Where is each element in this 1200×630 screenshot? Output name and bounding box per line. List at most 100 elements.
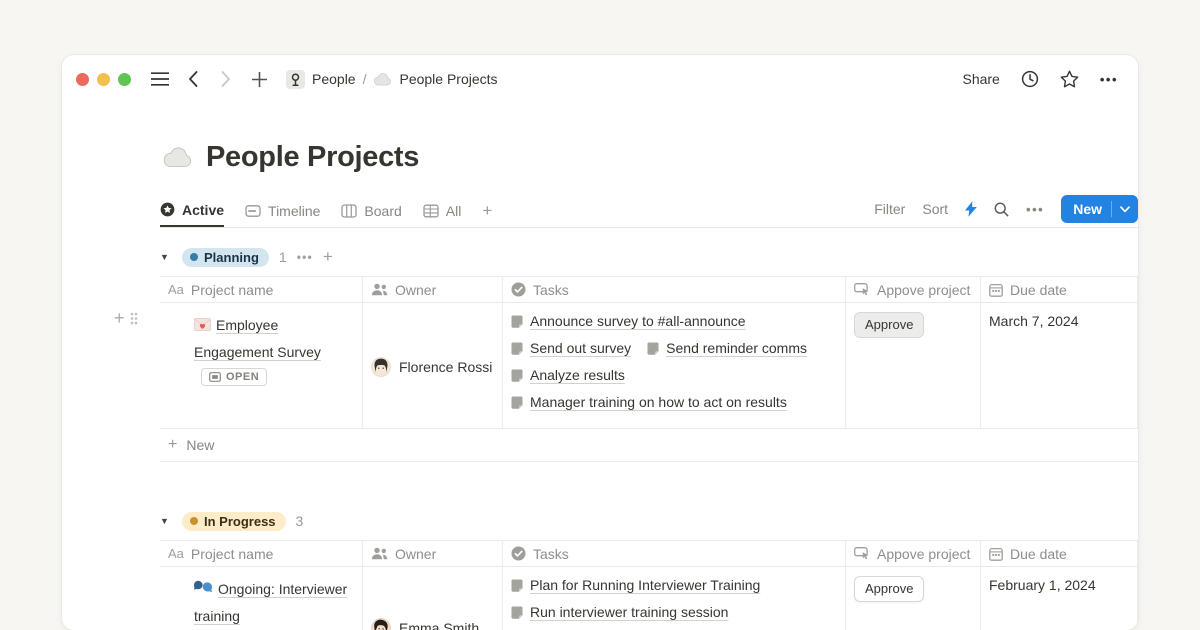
column-header-project-name[interactable]: Aa Project name [160,277,362,302]
row-tools: + [114,311,138,325]
row-add-icon[interactable]: + [114,311,125,325]
zoom-window-button[interactable] [118,73,131,86]
due-date-value[interactable]: February 1, 2024 [989,577,1096,593]
text-type-icon: Aa [168,282,184,297]
more-options-icon[interactable]: ••• [1100,72,1118,87]
page-icon [511,606,523,620]
new-record-button[interactable]: New [1061,195,1138,223]
add-view-button[interactable]: + [482,201,492,221]
tasks-cell: Plan for Running Interviewer Training Ru… [502,567,845,630]
search-icon[interactable] [994,202,1009,217]
sort-button[interactable]: Sort [922,201,948,217]
new-row-button[interactable]: + New [160,429,1138,462]
group-more-icon[interactable]: ••• [297,250,313,264]
drag-handle-icon[interactable] [130,312,138,325]
column-header-due-date[interactable]: Due date [980,277,1138,302]
column-header-label: Project name [191,282,273,298]
task-link[interactable]: Send out survey [511,339,631,358]
status-label: Planning [204,250,259,265]
open-page-badge[interactable]: OPEN [201,368,267,386]
task-title: Announce survey to #all-announce [530,312,746,331]
tab-all[interactable]: All [423,194,462,227]
new-record-label: New [1061,201,1111,217]
group-add-icon[interactable]: + [323,247,333,267]
breadcrumb-root[interactable]: People [312,71,356,87]
table-header-row: Aa Project name Owner Tasks Appove proj [160,276,1138,303]
column-header-label: Appove project [877,546,970,562]
people-icon [371,547,388,560]
app-window: People / People Projects Share ••• Peopl… [62,55,1138,630]
love-letter-icon [194,318,211,331]
page-icon [511,342,523,356]
window-topbar: People / People Projects Share ••• [62,55,1138,103]
approve-button[interactable]: Approve [854,576,924,602]
page-icon [511,396,523,410]
chevron-down-icon[interactable] [1112,206,1138,213]
sidebar-toggle-icon[interactable] [150,67,170,91]
workspace-icon[interactable] [286,70,305,89]
project-title-link[interactable]: Ongoing: Interviewer training [194,581,347,624]
forward-icon[interactable] [216,67,236,91]
updates-clock-icon[interactable] [1020,67,1040,91]
tab-timeline-label: Timeline [268,203,320,219]
column-header-tasks[interactable]: Tasks [502,277,845,302]
open-badge-label: OPEN [226,371,259,383]
task-link[interactable]: Plan for Running Interviewer Training [511,576,760,595]
column-header-approve[interactable]: Appove project [845,541,980,566]
task-title: Manager training on how to act on result… [530,393,787,412]
minimize-window-button[interactable] [97,73,110,86]
column-header-project-name[interactable]: Aa Project name [160,541,362,566]
page-icon [511,369,523,383]
tab-all-label: All [446,203,462,219]
favorite-star-icon[interactable] [1060,67,1080,91]
owner-chip[interactable]: Florence Rossi [371,357,492,377]
status-badge-planning[interactable]: Planning [182,248,269,267]
speech-balloons-icon [194,580,213,595]
collapse-triangle-icon[interactable]: ▼ [160,252,172,262]
check-circle-icon [511,546,526,561]
page-icon [511,579,523,593]
status-label: In Progress [204,514,276,529]
plus-icon: + [168,436,177,454]
table-grid-icon [423,203,439,219]
task-link[interactable]: Analyze results [511,366,625,385]
project-title-link[interactable]: Employee Engagement Survey [194,317,321,360]
task-link[interactable]: Announce survey to #all-announce [511,312,746,331]
filter-button[interactable]: Filter [874,201,905,217]
share-button[interactable]: Share [962,71,999,87]
approve-cell: Approve [845,567,980,630]
automation-bolt-icon[interactable] [965,201,977,217]
page-icon-cloud[interactable] [162,147,193,168]
tab-active[interactable]: Active [160,194,224,227]
column-header-owner[interactable]: Owner [362,277,502,302]
owner-chip[interactable]: Emma Smith [371,618,479,630]
new-row-label: New [186,437,214,453]
due-date-cell: February 1, 2024 [980,567,1138,630]
task-link[interactable]: Send reminder comms [647,339,807,358]
table-row: Ongoing: Interviewer training Emma Smith… [160,567,1138,630]
tab-board[interactable]: Board [341,194,401,227]
status-badge-in-progress[interactable]: In Progress [182,512,286,531]
column-header-owner[interactable]: Owner [362,541,502,566]
column-header-approve[interactable]: Appove project [845,277,980,302]
breadcrumb-current[interactable]: People Projects [399,71,497,87]
task-link[interactable]: Run interviewer training session [511,603,728,622]
collapse-triangle-icon[interactable]: ▼ [160,516,172,526]
new-page-icon[interactable] [249,67,269,91]
column-header-tasks[interactable]: Tasks [502,541,845,566]
table-header-row: Aa Project name Owner Tasks Appove proj [160,540,1138,567]
project-name-cell[interactable]: Employee Engagement Survey OPEN [160,303,362,428]
close-window-button[interactable] [76,73,89,86]
project-name-cell[interactable]: Ongoing: Interviewer training [160,567,362,630]
view-more-icon[interactable]: ••• [1026,202,1044,217]
owner-name: Florence Rossi [399,359,492,375]
tab-board-label: Board [364,203,401,219]
tab-timeline[interactable]: Timeline [245,194,320,227]
back-icon[interactable] [183,67,203,91]
view-tabsbar: Active Timeline Board All + Filter Sort [160,194,1138,228]
group-header-planning: ▼ Planning 1 ••• + [160,244,1138,270]
approve-button[interactable]: Approve [854,312,924,338]
column-header-due-date[interactable]: Due date [980,541,1138,566]
due-date-value[interactable]: March 7, 2024 [989,313,1079,329]
task-link[interactable]: Manager training on how to act on result… [511,393,787,412]
